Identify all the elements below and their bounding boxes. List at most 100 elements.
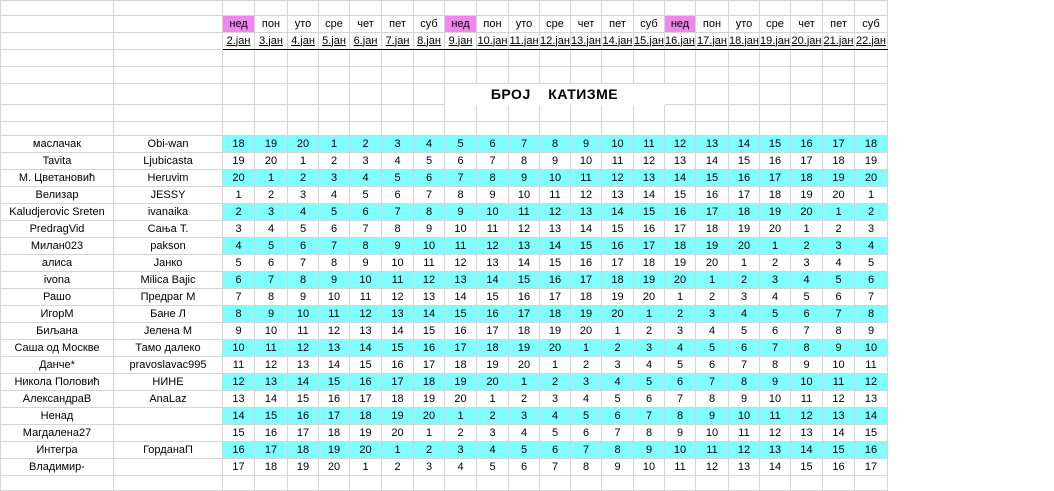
kathisma-number-cell[interactable]: 17 — [854, 458, 888, 476]
kathisma-number-cell[interactable]: 13 — [570, 203, 602, 221]
empty-cell[interactable] — [381, 49, 414, 67]
kathisma-number-cell[interactable]: 7 — [601, 424, 634, 442]
kathisma-number-cell[interactable]: 11 — [222, 356, 255, 374]
kathisma-number-cell[interactable]: 20 — [318, 458, 350, 476]
empty-cell[interactable] — [113, 66, 223, 84]
empty-cell[interactable] — [287, 121, 319, 136]
kathisma-number-cell[interactable]: 18 — [728, 203, 760, 221]
kathisma-number-cell[interactable]: 16 — [381, 356, 414, 374]
empty-cell[interactable] — [444, 104, 477, 122]
kathisma-number-cell[interactable]: 11 — [254, 339, 288, 357]
empty-cell[interactable] — [664, 475, 696, 491]
kathisma-number-cell[interactable]: 10 — [664, 441, 696, 459]
kathisma-number-cell[interactable]: 9 — [381, 237, 414, 255]
kathisma-number-cell[interactable]: 19 — [287, 458, 319, 476]
kathisma-number-cell[interactable]: 14 — [444, 288, 477, 306]
day-name-cell[interactable]: нед — [444, 15, 477, 33]
kathisma-number-cell[interactable]: 9 — [664, 424, 696, 442]
kathisma-number-cell[interactable]: 17 — [790, 152, 823, 170]
kathisma-number-cell[interactable]: 3 — [664, 322, 696, 340]
empty-cell[interactable] — [822, 49, 855, 67]
kathisma-number-cell[interactable]: 14 — [318, 356, 350, 374]
empty-cell[interactable] — [444, 66, 477, 84]
kathisma-number-cell[interactable]: 14 — [728, 135, 760, 153]
kathisma-number-cell[interactable]: 2 — [287, 169, 319, 187]
empty-cell[interactable] — [413, 0, 445, 16]
kathisma-number-cell[interactable]: 12 — [854, 373, 888, 391]
empty-cell[interactable] — [759, 104, 791, 122]
kathisma-number-cell[interactable]: 10 — [287, 305, 319, 323]
kathisma-number-cell[interactable]: 13 — [381, 305, 414, 323]
empty-cell[interactable] — [222, 49, 255, 67]
participant-nickname-cell[interactable]: ivanaika — [113, 203, 223, 221]
empty-cell[interactable] — [790, 0, 823, 16]
empty-cell[interactable] — [570, 49, 602, 67]
kathisma-number-cell[interactable]: 9 — [254, 305, 288, 323]
kathisma-number-cell[interactable]: 8 — [476, 169, 509, 187]
kathisma-number-cell[interactable]: 20 — [222, 169, 255, 187]
kathisma-number-cell[interactable]: 11 — [413, 254, 445, 272]
kathisma-number-cell[interactable]: 15 — [695, 169, 729, 187]
kathisma-number-cell[interactable]: 17 — [695, 203, 729, 221]
empty-cell[interactable] — [222, 83, 255, 105]
participant-nickname-cell[interactable]: Heruvim — [113, 169, 223, 187]
kathisma-number-cell[interactable]: 12 — [476, 237, 509, 255]
kathisma-number-cell[interactable]: 15 — [222, 424, 255, 442]
empty-cell[interactable] — [476, 49, 509, 67]
kathisma-number-cell[interactable]: 6 — [759, 322, 791, 340]
empty-cell[interactable] — [759, 121, 791, 136]
kathisma-number-cell[interactable]: 18 — [570, 288, 602, 306]
empty-cell[interactable] — [759, 66, 791, 84]
kathisma-number-cell[interactable]: 20 — [444, 390, 477, 408]
participant-name-cell[interactable]: Данче* — [0, 356, 114, 374]
day-name-cell[interactable]: пон — [695, 15, 729, 33]
kathisma-number-cell[interactable]: 8 — [381, 220, 414, 238]
empty-cell[interactable] — [222, 0, 255, 16]
empty-cell[interactable] — [287, 66, 319, 84]
kathisma-number-cell[interactable]: 8 — [822, 322, 855, 340]
kathisma-number-cell[interactable]: 15 — [476, 288, 509, 306]
kathisma-number-cell[interactable]: 2 — [790, 237, 823, 255]
sheet-title[interactable]: БРОЈ КАТИЗМЕ — [445, 84, 665, 105]
kathisma-number-cell[interactable]: 13 — [444, 271, 477, 289]
kathisma-number-cell[interactable]: 10 — [222, 339, 255, 357]
kathisma-number-cell[interactable]: 8 — [790, 339, 823, 357]
kathisma-number-cell[interactable]: 1 — [570, 339, 602, 357]
kathisma-number-cell[interactable]: 8 — [508, 152, 540, 170]
empty-cell[interactable] — [254, 83, 288, 105]
day-name-cell[interactable]: чет — [790, 15, 823, 33]
empty-cell[interactable] — [476, 0, 509, 16]
empty-cell[interactable] — [728, 104, 760, 122]
kathisma-number-cell[interactable]: 15 — [790, 458, 823, 476]
kathisma-number-cell[interactable]: 20 — [413, 407, 445, 425]
empty-cell[interactable] — [759, 475, 791, 491]
kathisma-number-cell[interactable]: 19 — [695, 237, 729, 255]
kathisma-number-cell[interactable]: 4 — [664, 339, 696, 357]
kathisma-number-cell[interactable]: 12 — [318, 322, 350, 340]
kathisma-number-cell[interactable]: 20 — [822, 186, 855, 204]
kathisma-number-cell[interactable]: 15 — [381, 339, 414, 357]
participant-nickname-cell[interactable]: pakson — [113, 237, 223, 255]
empty-cell[interactable] — [381, 0, 414, 16]
participant-nickname-cell[interactable]: Бане Л — [113, 305, 223, 323]
date-cell[interactable]: 21.јан — [822, 32, 855, 50]
kathisma-number-cell[interactable]: 11 — [854, 356, 888, 374]
date-cell[interactable]: 22.јан — [854, 32, 888, 50]
kathisma-number-cell[interactable]: 10 — [633, 458, 665, 476]
empty-cell[interactable] — [413, 475, 445, 491]
kathisma-number-cell[interactable]: 1 — [222, 186, 255, 204]
kathisma-number-cell[interactable]: 15 — [318, 373, 350, 391]
participant-name-cell[interactable]: Магдалена27 — [0, 424, 114, 442]
empty-cell[interactable] — [822, 104, 855, 122]
kathisma-number-cell[interactable]: 20 — [633, 288, 665, 306]
participant-name-cell[interactable]: ИгорМ — [0, 305, 114, 323]
kathisma-number-cell[interactable]: 17 — [728, 186, 760, 204]
kathisma-number-cell[interactable]: 9 — [854, 322, 888, 340]
kathisma-number-cell[interactable]: 13 — [413, 288, 445, 306]
kathisma-number-cell[interactable]: 6 — [601, 407, 634, 425]
kathisma-number-cell[interactable]: 1 — [601, 322, 634, 340]
kathisma-number-cell[interactable]: 2 — [222, 203, 255, 221]
day-name-cell[interactable]: сре — [759, 15, 791, 33]
kathisma-number-cell[interactable]: 8 — [444, 186, 477, 204]
kathisma-number-cell[interactable]: 18 — [664, 237, 696, 255]
